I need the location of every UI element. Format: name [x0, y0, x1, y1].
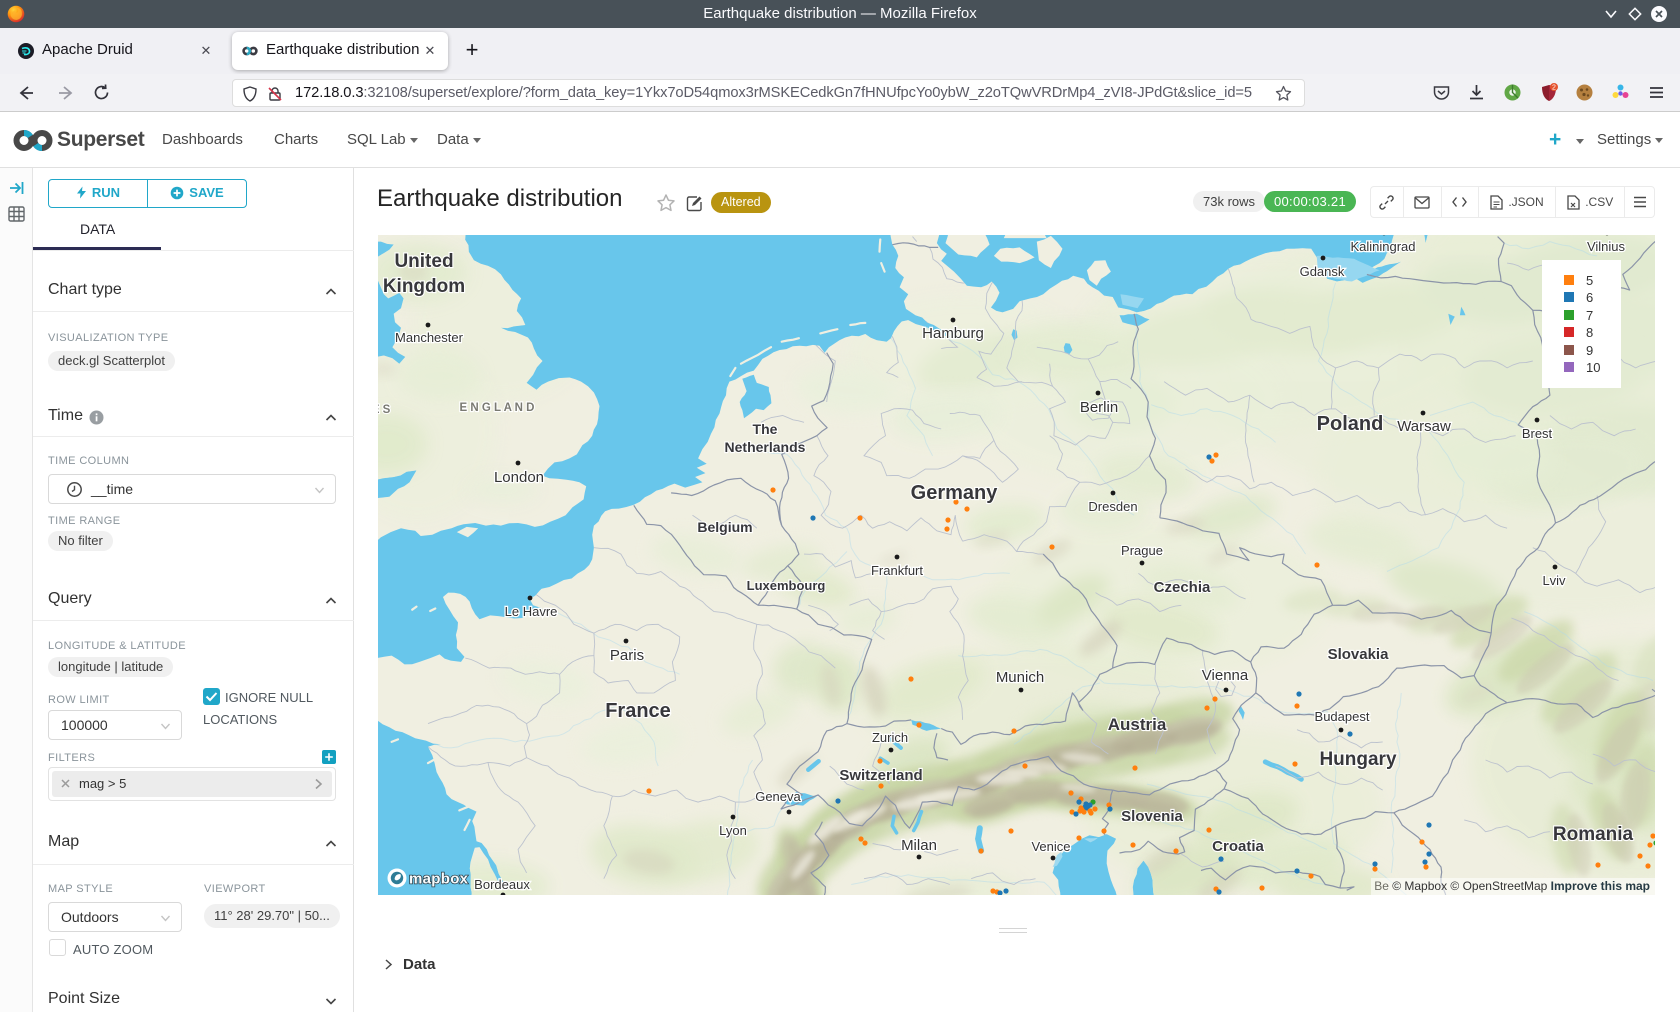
svg-text:Poland: Poland: [1317, 413, 1384, 435]
svg-text:Vienna: Vienna: [1202, 667, 1249, 684]
svg-text:Slovenia: Slovenia: [1121, 808, 1183, 825]
svg-text:E N G L A N D: E N G L A N D: [460, 402, 535, 414]
svg-text:Germany: Germany: [911, 482, 999, 504]
svg-text:Brest: Brest: [1522, 426, 1553, 441]
svg-text:Munich: Munich: [996, 669, 1044, 686]
svg-text:Geneva: Geneva: [755, 789, 801, 804]
svg-text:United: United: [394, 251, 453, 272]
svg-text:Manchester: Manchester: [395, 330, 464, 345]
svg-text:Belgium: Belgium: [697, 519, 752, 535]
svg-text:Dresden: Dresden: [1088, 499, 1137, 514]
svg-text:Venice: Venice: [1031, 839, 1070, 854]
svg-text:France: France: [605, 700, 671, 722]
svg-text:Croatia: Croatia: [1212, 838, 1264, 855]
svg-text:Prague: Prague: [1121, 543, 1163, 558]
svg-text:Bordeaux: Bordeaux: [474, 877, 530, 892]
svg-text:Kingdom: Kingdom: [383, 276, 465, 297]
svg-text:Slovakia: Slovakia: [1328, 646, 1390, 663]
svg-text:Hamburg: Hamburg: [922, 325, 984, 342]
svg-text:Zurich: Zurich: [872, 730, 908, 745]
svg-text:Kaliningrad: Kaliningrad: [1350, 239, 1415, 254]
svg-text:Le Havre: Le Havre: [505, 604, 558, 619]
svg-text:Lyon: Lyon: [719, 823, 747, 838]
svg-text:Gdansk: Gdansk: [1300, 264, 1345, 279]
svg-text:Berlin: Berlin: [1080, 399, 1118, 416]
svg-text:London: London: [494, 469, 544, 486]
svg-text:Milan: Milan: [901, 837, 937, 854]
svg-text:mapbox: mapbox: [409, 871, 469, 888]
svg-text:Vilnius: Vilnius: [1587, 239, 1626, 254]
svg-text:Austria: Austria: [1108, 715, 1167, 734]
svg-text:E S: E S: [378, 404, 391, 416]
svg-text:Netherlands: Netherlands: [725, 439, 806, 455]
svg-text:Hungary: Hungary: [1319, 749, 1397, 770]
svg-text:Warsaw: Warsaw: [1397, 418, 1451, 435]
svg-text:Budapest: Budapest: [1315, 709, 1370, 724]
svg-text:2: 2: [1552, 85, 1556, 92]
svg-text:Frankfurt: Frankfurt: [871, 563, 923, 578]
svg-text:Paris: Paris: [610, 647, 644, 664]
svg-text:Czechia: Czechia: [1154, 579, 1211, 596]
svg-text:Romania: Romania: [1553, 824, 1634, 845]
svg-text:Switzerland: Switzerland: [839, 767, 922, 784]
svg-text:Luxembourg: Luxembourg: [747, 578, 826, 593]
svg-text:The: The: [753, 421, 778, 437]
svg-text:Lviv: Lviv: [1542, 573, 1566, 588]
